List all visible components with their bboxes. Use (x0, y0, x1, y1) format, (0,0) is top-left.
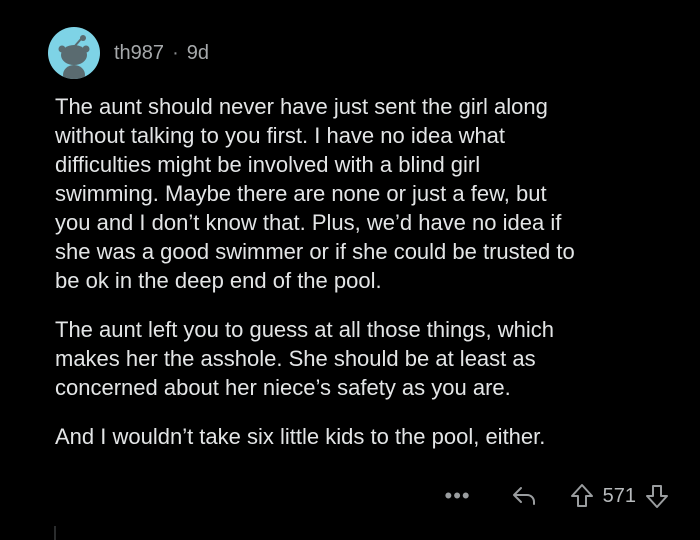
reddit-snoo-avatar-icon (58, 35, 90, 79)
reply-icon[interactable] (511, 485, 537, 507)
comment-paragraph: The aunt should never have just sent the… (55, 94, 575, 293)
comment-paragraph: The aunt left you to guess at all those … (55, 317, 554, 400)
avatar[interactable] (48, 27, 100, 79)
username-link[interactable]: th987 (114, 42, 164, 65)
thread-line[interactable] (54, 526, 56, 540)
downvote-arrow-icon[interactable] (644, 483, 670, 509)
upvote-arrow-icon[interactable] (569, 483, 595, 509)
meta-separator: · (172, 41, 179, 64)
vote-score: 571 (602, 484, 636, 507)
comment-header: th987 · 9d (48, 27, 209, 79)
comment-age: 9d (186, 41, 209, 64)
more-options-icon[interactable]: ••• (445, 485, 471, 507)
comment-actions: ••• 571 (445, 480, 670, 512)
comment-meta: th987 · 9d (114, 42, 209, 65)
comment-body: The aunt should never have just sent the… (55, 92, 685, 471)
comment-paragraph: And I wouldn’t take six little kids to t… (55, 424, 546, 449)
